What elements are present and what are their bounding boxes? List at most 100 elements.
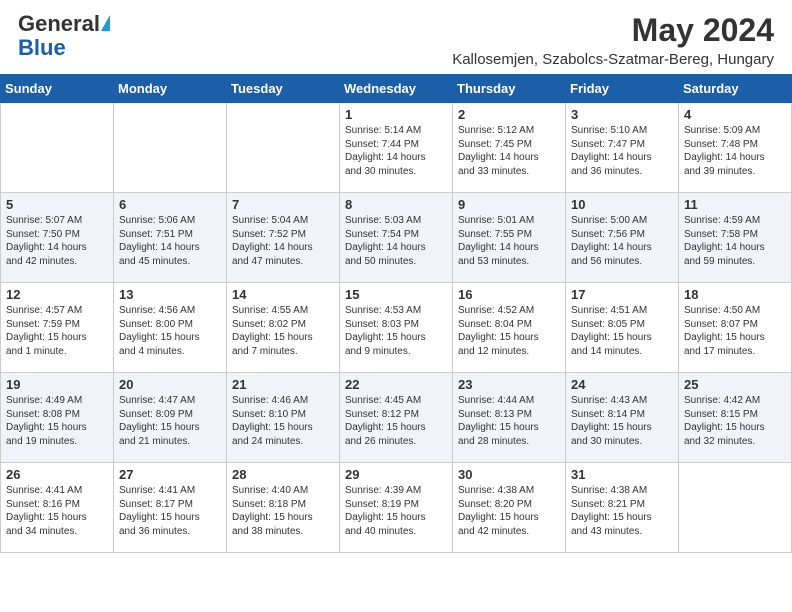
calendar-cell: 4 Sunrise: 5:09 AM Sunset: 7:48 PM Daylig… [679, 103, 792, 193]
calendar-cell: 13 Sunrise: 4:56 AM Sunset: 8:00 PM Dayli… [114, 283, 227, 373]
calendar-cell: 15 Sunrise: 4:53 AM Sunset: 8:03 PM Dayli… [340, 283, 453, 373]
title-block: May 2024 Kallosemjen, Szabolcs-Szatmar-B… [452, 12, 774, 68]
day-number: 28 [232, 467, 334, 482]
day-number: 22 [345, 377, 447, 392]
day-number: 18 [684, 287, 786, 302]
month-title: May 2024 [452, 12, 774, 49]
logo-triangle-icon [101, 15, 110, 31]
calendar-cell: 19Sunrise: 4:49 AM Sunset: 8:08 PM Dayli… [1, 373, 114, 463]
calendar-cell: 28 Sunrise: 4:40 AM Sunset: 8:18 PM Dayli… [227, 463, 340, 553]
day-of-week-thursday: Thursday [453, 75, 566, 103]
cell-info: Sunrise: 4:41 AM Sunset: 8:16 PM Dayligh… [6, 484, 108, 538]
cell-info: Sunrise: 4:38 AM Sunset: 8:21 PM Dayligh… [571, 484, 673, 538]
day-number: 16 [458, 287, 560, 302]
cell-info: Sunrise: 5:07 AM Sunset: 7:50 PM Dayligh… [6, 214, 108, 268]
week-row-5: 26Sunrise: 4:41 AM Sunset: 8:16 PM Dayli… [1, 463, 792, 553]
calendar-cell: 11 Sunrise: 4:59 AM Sunset: 7:58 PM Dayli… [679, 193, 792, 283]
day-number: 3 [571, 107, 673, 122]
day-number: 13 [119, 287, 221, 302]
calendar-cell: 24 Sunrise: 4:43 AM Sunset: 8:14 PM Dayli… [566, 373, 679, 463]
calendar-cell: 17 Sunrise: 4:51 AM Sunset: 8:05 PM Dayli… [566, 283, 679, 373]
cell-info: Sunrise: 4:38 AM Sunset: 8:20 PM Dayligh… [458, 484, 560, 538]
cell-info: Sunrise: 4:43 AM Sunset: 8:14 PM Dayligh… [571, 394, 673, 448]
cell-info: Sunrise: 4:39 AM Sunset: 8:19 PM Dayligh… [345, 484, 447, 538]
calendar-cell: 10 Sunrise: 5:00 AM Sunset: 7:56 PM Dayli… [566, 193, 679, 283]
day-of-week-monday: Monday [114, 75, 227, 103]
cell-info: Sunrise: 4:41 AM Sunset: 8:17 PM Dayligh… [119, 484, 221, 538]
calendar-cell [114, 103, 227, 193]
calendar-cell: 16 Sunrise: 4:52 AM Sunset: 8:04 PM Dayli… [453, 283, 566, 373]
day-number: 20 [119, 377, 221, 392]
day-number: 11 [684, 197, 786, 212]
calendar-cell [679, 463, 792, 553]
day-of-week-sunday: Sunday [1, 75, 114, 103]
calendar-table: SundayMondayTuesdayWednesdayThursdayFrid… [0, 74, 792, 553]
calendar-cell: 8 Sunrise: 5:03 AM Sunset: 7:54 PM Daylig… [340, 193, 453, 283]
day-number: 5 [6, 197, 108, 212]
calendar-cell: 25Sunrise: 4:42 AM Sunset: 8:15 PM Dayli… [679, 373, 792, 463]
calendar-cell: 2 Sunrise: 5:12 AM Sunset: 7:45 PM Daylig… [453, 103, 566, 193]
day-number: 6 [119, 197, 221, 212]
cell-info: Sunrise: 4:45 AM Sunset: 8:12 PM Dayligh… [345, 394, 447, 448]
calendar-cell: 9 Sunrise: 5:01 AM Sunset: 7:55 PM Daylig… [453, 193, 566, 283]
cell-info: Sunrise: 4:57 AM Sunset: 7:59 PM Dayligh… [6, 304, 108, 358]
day-number: 17 [571, 287, 673, 302]
cell-info: Sunrise: 4:56 AM Sunset: 8:00 PM Dayligh… [119, 304, 221, 358]
location-title: Kallosemjen, Szabolcs-Szatmar-Bereg, Hun… [452, 51, 774, 68]
logo-general: General [18, 12, 100, 36]
cell-info: Sunrise: 4:52 AM Sunset: 8:04 PM Dayligh… [458, 304, 560, 358]
calendar-cell: 29 Sunrise: 4:39 AM Sunset: 8:19 PM Dayli… [340, 463, 453, 553]
day-number: 12 [6, 287, 108, 302]
day-number: 27 [119, 467, 221, 482]
day-number: 15 [345, 287, 447, 302]
day-number: 8 [345, 197, 447, 212]
logo: General Blue [18, 12, 110, 60]
cell-info: Sunrise: 4:40 AM Sunset: 8:18 PM Dayligh… [232, 484, 334, 538]
day-number: 4 [684, 107, 786, 122]
day-number: 14 [232, 287, 334, 302]
day-number: 23 [458, 377, 560, 392]
day-number: 9 [458, 197, 560, 212]
cell-info: Sunrise: 4:42 AM Sunset: 8:15 PM Dayligh… [684, 394, 786, 448]
calendar-cell: 31Sunrise: 4:38 AM Sunset: 8:21 PM Dayli… [566, 463, 679, 553]
cell-info: Sunrise: 5:03 AM Sunset: 7:54 PM Dayligh… [345, 214, 447, 268]
day-number: 2 [458, 107, 560, 122]
day-number: 21 [232, 377, 334, 392]
logo-blue: Blue [18, 36, 66, 60]
page-header: General Blue May 2024 Kallosemjen, Szabo… [0, 0, 792, 74]
day-of-week-tuesday: Tuesday [227, 75, 340, 103]
cell-info: Sunrise: 4:55 AM Sunset: 8:02 PM Dayligh… [232, 304, 334, 358]
week-row-3: 12 Sunrise: 4:57 AM Sunset: 7:59 PM Dayli… [1, 283, 792, 373]
day-number: 10 [571, 197, 673, 212]
cell-info: Sunrise: 4:50 AM Sunset: 8:07 PM Dayligh… [684, 304, 786, 358]
calendar-cell: 1Sunrise: 5:14 AM Sunset: 7:44 PM Daylig… [340, 103, 453, 193]
day-number: 30 [458, 467, 560, 482]
cell-info: Sunrise: 5:09 AM Sunset: 7:48 PM Dayligh… [684, 124, 786, 178]
cell-info: Sunrise: 4:53 AM Sunset: 8:03 PM Dayligh… [345, 304, 447, 358]
day-number: 24 [571, 377, 673, 392]
cell-info: Sunrise: 5:00 AM Sunset: 7:56 PM Dayligh… [571, 214, 673, 268]
day-of-week-friday: Friday [566, 75, 679, 103]
calendar-cell: 23Sunrise: 4:44 AM Sunset: 8:13 PM Dayli… [453, 373, 566, 463]
cell-info: Sunrise: 5:10 AM Sunset: 7:47 PM Dayligh… [571, 124, 673, 178]
calendar-cell: 12 Sunrise: 4:57 AM Sunset: 7:59 PM Dayli… [1, 283, 114, 373]
cell-info: Sunrise: 5:12 AM Sunset: 7:45 PM Dayligh… [458, 124, 560, 178]
cell-info: Sunrise: 5:01 AM Sunset: 7:55 PM Dayligh… [458, 214, 560, 268]
days-of-week-row: SundayMondayTuesdayWednesdayThursdayFrid… [1, 75, 792, 103]
cell-info: Sunrise: 4:51 AM Sunset: 8:05 PM Dayligh… [571, 304, 673, 358]
calendar-cell: 22 Sunrise: 4:45 AM Sunset: 8:12 PM Dayli… [340, 373, 453, 463]
cell-info: Sunrise: 4:49 AM Sunset: 8:08 PM Dayligh… [6, 394, 108, 448]
cell-info: Sunrise: 4:59 AM Sunset: 7:58 PM Dayligh… [684, 214, 786, 268]
calendar-cell: 5 Sunrise: 5:07 AM Sunset: 7:50 PM Daylig… [1, 193, 114, 283]
week-row-4: 19Sunrise: 4:49 AM Sunset: 8:08 PM Dayli… [1, 373, 792, 463]
cell-info: Sunrise: 5:04 AM Sunset: 7:52 PM Dayligh… [232, 214, 334, 268]
cell-info: Sunrise: 4:47 AM Sunset: 8:09 PM Dayligh… [119, 394, 221, 448]
calendar-cell: 20 Sunrise: 4:47 AM Sunset: 8:09 PM Dayli… [114, 373, 227, 463]
calendar-cell: 3 Sunrise: 5:10 AM Sunset: 7:47 PM Daylig… [566, 103, 679, 193]
day-number: 1 [345, 107, 447, 122]
calendar-cell: 14 Sunrise: 4:55 AM Sunset: 8:02 PM Dayli… [227, 283, 340, 373]
day-of-week-saturday: Saturday [679, 75, 792, 103]
week-row-1: 1Sunrise: 5:14 AM Sunset: 7:44 PM Daylig… [1, 103, 792, 193]
week-row-2: 5 Sunrise: 5:07 AM Sunset: 7:50 PM Daylig… [1, 193, 792, 283]
day-number: 29 [345, 467, 447, 482]
